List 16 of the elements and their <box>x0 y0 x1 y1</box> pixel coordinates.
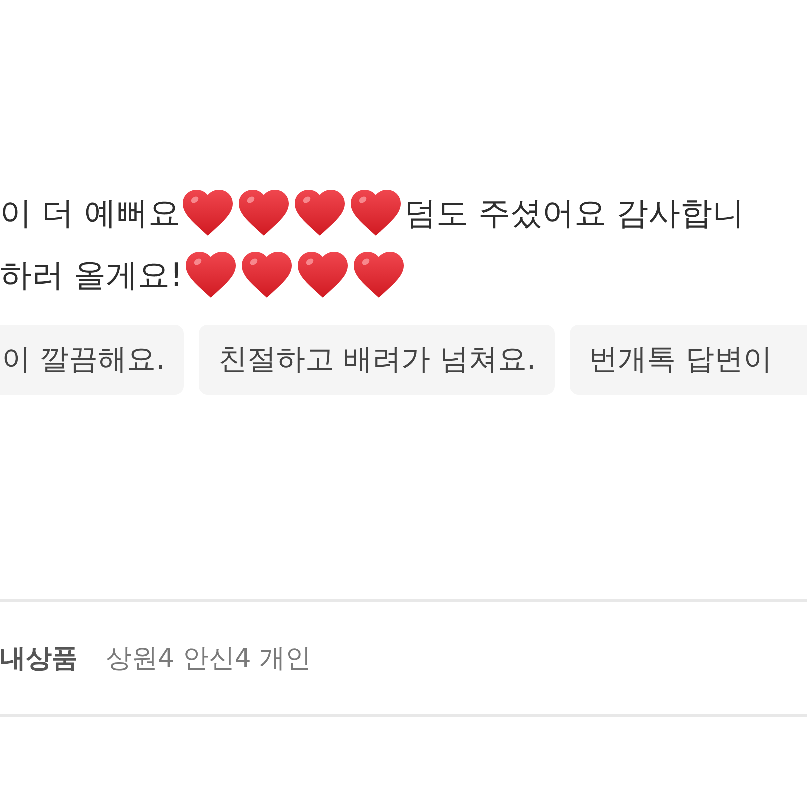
review-tag: 친절하고 배려가 넘쳐요. <box>199 325 556 395</box>
review-tag: 번개톡 답변이 <box>570 325 807 395</box>
heart-icon <box>295 190 346 236</box>
heart-icon <box>354 252 404 298</box>
heart-icon <box>351 190 402 236</box>
heart-icon <box>242 252 292 298</box>
product-options: 상원4 안신4 개인 <box>106 640 312 676</box>
heart-icon <box>298 252 348 298</box>
review-text: 이 더 예뻐요 <box>0 193 180 233</box>
review-tag: 이 깔끔해요. <box>0 325 184 395</box>
heart-icon <box>183 190 234 236</box>
heart-icon <box>239 190 290 236</box>
review-text: 하러 올게요! <box>0 255 183 295</box>
review-text: 덤도 주셨어요 감사합니 <box>404 193 745 233</box>
product-label: 내상품 <box>0 642 78 676</box>
heart-icon <box>186 252 236 298</box>
